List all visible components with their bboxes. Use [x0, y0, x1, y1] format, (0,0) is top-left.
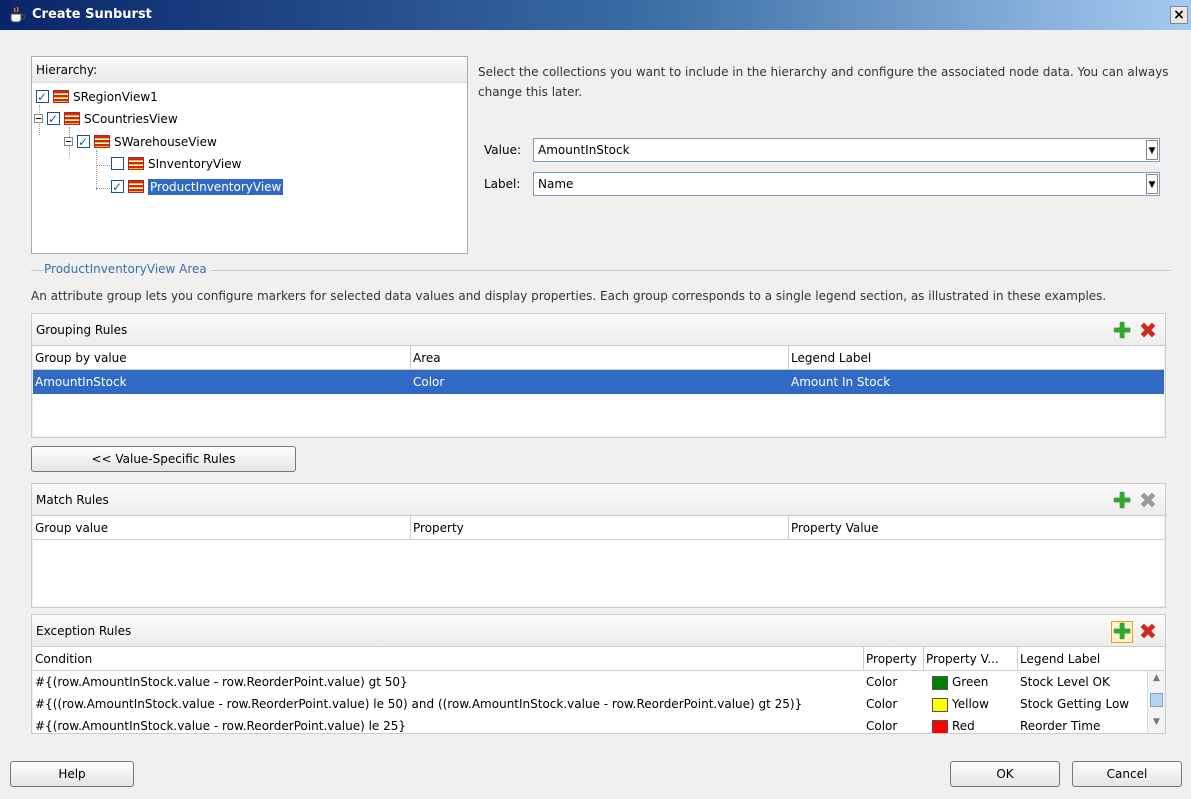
tree-node-productinventoryview[interactable]: ProductInventoryView — [111, 176, 284, 197]
table-header: Group by value Area Legend Label — [33, 346, 1164, 370]
legend-cell: Reorder Time — [1020, 719, 1101, 733]
grouping-rules-panel: Grouping Rules ✚ ✖ Group by value Area L… — [31, 313, 1166, 438]
delete-icon[interactable]: ✖ — [1137, 622, 1159, 644]
table-header: Condition Property Property V... Legend … — [33, 647, 1164, 671]
grouping-rules-header: Grouping Rules ✚ ✖ — [32, 314, 1165, 346]
value-specific-rules-button[interactable]: << Value-Specific Rules — [31, 446, 296, 472]
chevron-down-icon[interactable]: ▼ — [1146, 140, 1158, 160]
property-value-cell: Green — [924, 671, 1018, 693]
area-section-title: ProductInventoryView Area — [44, 262, 211, 276]
column-header[interactable]: Legend Label — [1018, 647, 1148, 670]
column-header[interactable]: Property — [864, 647, 924, 670]
checkbox[interactable] — [36, 87, 49, 107]
legend-cell: Stock Level OK — [1020, 675, 1110, 689]
collapse-icon[interactable] — [34, 114, 43, 123]
color-swatch — [932, 697, 948, 712]
tree-node-sinventoryview[interactable]: SInventoryView — [111, 153, 241, 173]
label-combo[interactable]: Name ▼ — [533, 172, 1160, 196]
checkbox[interactable] — [111, 157, 124, 170]
view-object-icon — [64, 112, 80, 125]
grouping-rules-table: Group by value Area Legend Label AmountI… — [33, 346, 1164, 436]
match-rules-title: Match Rules — [36, 493, 109, 507]
table-cell: Color — [413, 375, 445, 389]
coffee-cup-icon — [10, 6, 26, 23]
legend-cell: Stock Getting Low — [1020, 697, 1130, 711]
add-icon[interactable]: ✚ — [1111, 621, 1134, 644]
chevron-up-icon[interactable]: ▲ — [1150, 673, 1163, 687]
table-header: Group value Property Property Value — [33, 516, 1164, 540]
column-header[interactable]: Legend Label — [789, 346, 1164, 369]
cancel-button[interactable]: Cancel — [1072, 761, 1182, 787]
title-bar: Create Sunburst × — [0, 0, 1191, 30]
property-cell: Color — [866, 697, 898, 711]
checkbox[interactable] — [47, 109, 60, 129]
exception-rules-table: Condition Property Property V... Legend … — [33, 647, 1164, 733]
tree-connector — [96, 165, 110, 166]
table-row[interactable]: #{(row.AmountInStock.value - row.Reorder… — [33, 671, 1164, 693]
hierarchy-panel: Hierarchy: SRegionView1 SCountriesView S… — [31, 56, 468, 254]
hierarchy-title: Hierarchy: — [32, 57, 467, 83]
help-button[interactable]: Help — [10, 761, 134, 787]
property-cell: Color — [866, 675, 898, 689]
condition-cell: #{(row.AmountInStock.value - row.Reorder… — [35, 675, 408, 689]
condition-cell: #{((row.AmountInStock.value - row.Reorde… — [35, 697, 803, 711]
view-object-icon — [53, 90, 69, 103]
grouping-rules-title: Grouping Rules — [36, 323, 128, 337]
close-button[interactable]: × — [1170, 6, 1188, 24]
column-header[interactable]: Condition — [33, 647, 864, 670]
property-value-cell: Red — [924, 715, 1018, 733]
column-header[interactable]: Group value — [33, 516, 411, 539]
color-swatch — [932, 719, 948, 733]
scrollbar-thumb[interactable] — [1150, 693, 1163, 707]
column-header[interactable]: Property Value — [789, 516, 1164, 539]
table-cell: Amount In Stock — [791, 375, 891, 389]
add-icon[interactable]: ✚ — [1111, 491, 1133, 513]
tree-connector — [96, 150, 97, 190]
add-icon[interactable]: ✚ — [1111, 321, 1133, 343]
tree-node-swarehouseview[interactable]: SWarehouseView — [64, 131, 217, 152]
table-cell: AmountInStock — [35, 375, 127, 389]
value-combo[interactable]: AmountInStock ▼ — [533, 138, 1160, 162]
label-label: Label: — [484, 177, 521, 191]
property-cell: Color — [866, 719, 898, 733]
checkbox[interactable] — [111, 177, 124, 197]
area-description: An attribute group lets you configure ma… — [31, 289, 1107, 303]
tree-node-sregionview1[interactable]: SRegionView1 — [36, 86, 158, 107]
view-object-icon — [128, 157, 144, 170]
value-combo-text: AmountInStock — [538, 143, 630, 157]
chevron-down-icon[interactable]: ▼ — [1146, 174, 1158, 194]
tree-node-scountriesview[interactable]: SCountriesView — [34, 108, 178, 129]
ok-button[interactable]: OK — [950, 761, 1060, 787]
intro-text: Select the collections you want to inclu… — [478, 65, 1169, 99]
delete-icon[interactable]: ✖ — [1137, 491, 1159, 513]
exception-rules-title: Exception Rules — [36, 624, 132, 638]
table-row[interactable]: AmountInStock Color Amount In Stock — [33, 370, 1164, 394]
color-swatch — [932, 675, 948, 690]
collapse-icon[interactable] — [64, 137, 73, 146]
column-header[interactable]: Group by value — [33, 346, 411, 369]
view-object-icon — [94, 135, 110, 148]
table-row[interactable]: #{(row.AmountInStock.value - row.Reorder… — [33, 715, 1164, 733]
value-label: Value: — [484, 143, 521, 157]
column-header[interactable]: Property — [411, 516, 789, 539]
column-header[interactable]: Area — [411, 346, 789, 369]
condition-cell: #{(row.AmountInStock.value - row.Reorder… — [35, 719, 407, 733]
checkbox[interactable] — [77, 132, 90, 152]
exception-rules-header: Exception Rules ✚ ✖ — [32, 615, 1165, 647]
column-header[interactable]: Property V... — [924, 647, 1018, 670]
match-rules-panel: Match Rules ✚ ✖ Group value Property Pro… — [31, 483, 1166, 608]
property-value-cell: Yellow — [924, 693, 1018, 715]
table-row[interactable]: #{((row.AmountInStock.value - row.Reorde… — [33, 693, 1164, 715]
chevron-down-icon[interactable]: ▼ — [1150, 717, 1163, 731]
vertical-scrollbar[interactable]: ▲ ▼ — [1147, 671, 1164, 733]
match-rules-table: Group value Property Property Value — [33, 516, 1164, 606]
label-combo-text: Name — [538, 177, 574, 191]
window-title: Create Sunburst — [32, 7, 152, 22]
view-object-icon — [128, 180, 144, 193]
exception-rules-panel: Exception Rules ✚ ✖ Condition Property P… — [31, 614, 1166, 734]
tree-connector — [96, 188, 110, 189]
match-rules-header: Match Rules ✚ ✖ — [32, 484, 1165, 516]
delete-icon[interactable]: ✖ — [1137, 321, 1159, 343]
